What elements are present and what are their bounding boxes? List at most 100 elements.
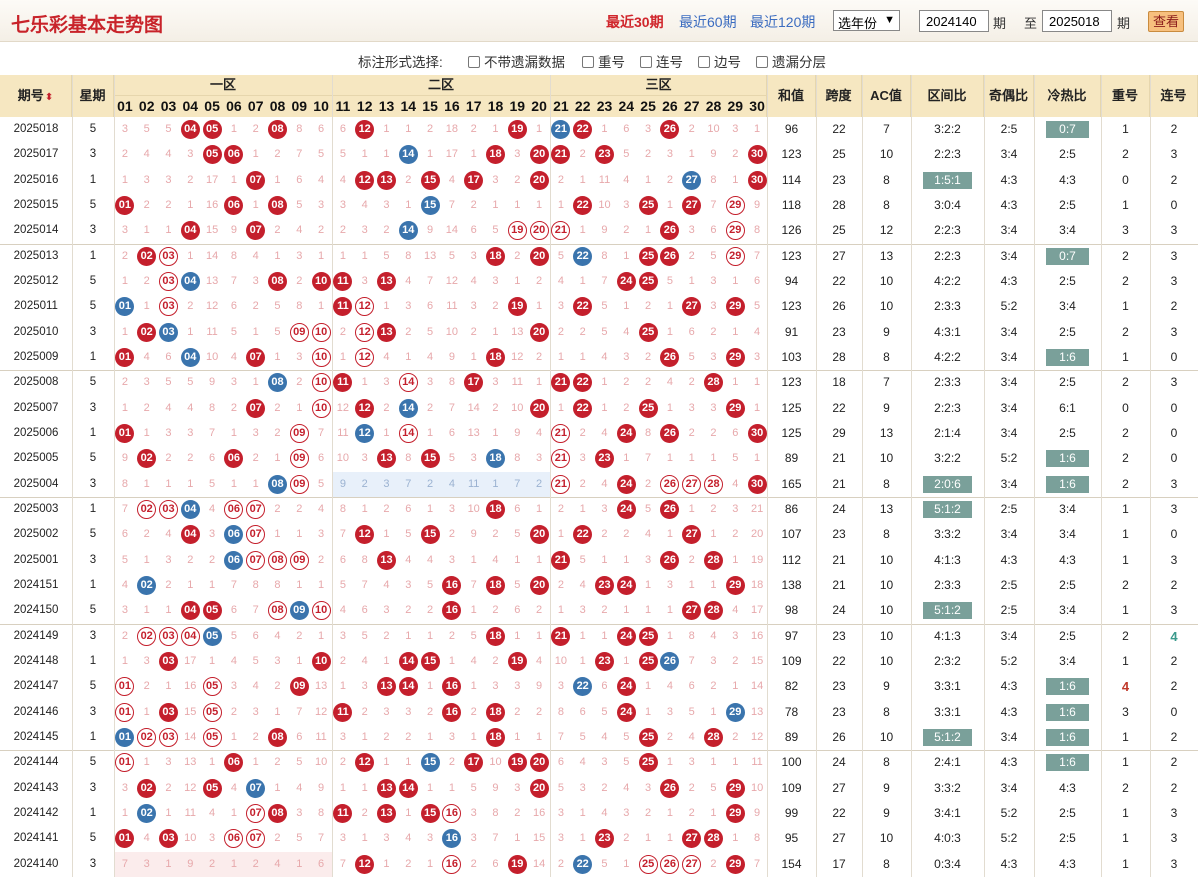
period-link-60[interactable]: 最近60期 — [679, 12, 737, 32]
miss-count: 7 — [448, 401, 455, 414]
miss-count: 13 — [314, 680, 328, 693]
end-issue-input[interactable]: 2025018 — [1042, 10, 1112, 32]
miss-count: 5 — [274, 300, 281, 313]
issue-cell: 2025001 — [13, 553, 59, 566]
red-ball: 24 — [616, 271, 636, 291]
stat-cell: 10 — [879, 147, 894, 162]
option-no-miss[interactable]: 不带遗漏数据 — [468, 51, 565, 71]
header-issue[interactable]: 期号⬍ — [0, 75, 72, 117]
miss-count: 1 — [514, 832, 521, 845]
miss-count: 8 — [121, 477, 128, 490]
red-ball: 27 — [682, 601, 702, 621]
option-repeat[interactable]: 重号 — [582, 51, 625, 71]
number-header: 06 — [226, 98, 242, 114]
checkbox-icon[interactable] — [698, 56, 710, 68]
stat-cell: 10 — [879, 831, 894, 846]
miss-count: 1 — [536, 198, 543, 211]
miss-count: 10 — [314, 756, 328, 769]
miss-count: 3 — [405, 578, 412, 591]
miss-count: 4 — [732, 477, 739, 490]
miss-count: 4 — [623, 781, 630, 794]
checkbox-icon[interactable] — [756, 56, 768, 68]
miss-count: 6 — [688, 325, 695, 338]
number-header: 19 — [509, 98, 526, 114]
miss-count: 10 — [445, 325, 459, 338]
miss-count: 2 — [710, 426, 717, 439]
draw-row: 2025013 1 2 02 03 1 14 8 4 1 3 1 1 1 5 8 13 5 3 18 2 20 5 22 8 1 2… — [0, 244, 1198, 269]
red-ball: 12 — [355, 753, 375, 773]
stat-cell: 28 — [832, 197, 846, 212]
miss-count: 1 — [274, 528, 281, 541]
stat-cell: 1 — [1122, 805, 1129, 820]
start-issue-input[interactable]: 2024140 — [919, 10, 989, 32]
red-ball: 30 — [747, 145, 767, 165]
checkbox-icon[interactable] — [468, 56, 480, 68]
highlight-cell: 1:5:1 — [923, 171, 972, 189]
miss-count: 2 — [688, 553, 695, 566]
miss-count: 2 — [557, 502, 564, 515]
miss-count: 4 — [121, 578, 128, 591]
miss-count: 2 — [230, 705, 237, 718]
stat-cell: 1 — [1122, 299, 1129, 314]
miss-count: 4 — [536, 426, 543, 439]
miss-count: 5 — [579, 553, 586, 566]
miss-count: 5 — [252, 654, 259, 667]
option-edge[interactable]: 边号 — [698, 51, 741, 71]
year-select[interactable]: 选年份 ▼ — [833, 10, 900, 31]
red-ball: 18 — [486, 575, 505, 595]
miss-count: 2 — [448, 528, 455, 541]
red-ball: 20 — [529, 525, 549, 545]
blue-ball: 06 — [224, 525, 244, 545]
stat-cell: 7 — [883, 375, 890, 390]
red-ball: 10 — [311, 271, 331, 291]
sort-icon[interactable]: ⬍ — [45, 92, 53, 103]
stat-cell: 3:4 — [1000, 147, 1018, 162]
miss-count: 11 — [315, 730, 327, 743]
miss-count: 5 — [143, 123, 150, 135]
miss-count: 4 — [710, 629, 717, 642]
period-link-30[interactable]: 最近30期 — [606, 12, 664, 32]
miss-count: 3 — [470, 300, 477, 313]
blue-ball: 01 — [115, 297, 135, 317]
option-consecutive[interactable]: 连号 — [640, 51, 683, 71]
miss-count: 1 — [339, 781, 346, 794]
miss-count: 13 — [750, 705, 764, 718]
number-header: 20 — [531, 98, 547, 114]
blue-ball: 27 — [682, 170, 702, 190]
red-ball: 01 — [115, 423, 135, 443]
red-ball: 07 — [246, 221, 266, 241]
ring-ball: 03 — [159, 297, 178, 317]
checkbox-icon[interactable] — [640, 56, 652, 68]
number-header: 23 — [596, 98, 613, 114]
red-ball: 29 — [725, 398, 745, 418]
miss-count: 1 — [318, 578, 325, 591]
miss-count: 9 — [339, 477, 346, 490]
checkbox-icon[interactable] — [582, 56, 594, 68]
red-ball: 04 — [180, 120, 200, 139]
miss-count: 2 — [165, 198, 172, 211]
miss-count: 5 — [710, 249, 717, 262]
red-ball: 12 — [355, 525, 375, 545]
weekday-cell: 1 — [89, 806, 97, 819]
query-button[interactable]: 查看 — [1148, 11, 1184, 32]
stat-cell: 2 — [1122, 451, 1129, 466]
draw-row: 2025015 5 01 2 2 1 16 06 1 08 5 3 3 4 3 1 15 7 2 1 1 1 1 22 10 3 2… — [0, 193, 1198, 218]
miss-count: 11 — [337, 426, 349, 439]
option-miss-layer[interactable]: 遗漏分层 — [756, 51, 826, 71]
stat-cell: 7 — [883, 122, 890, 136]
stat-cell: 0 — [1170, 400, 1178, 415]
miss-count: 1 — [383, 123, 390, 135]
period-link-120[interactable]: 最近120期 — [750, 12, 815, 32]
miss-count: 2 — [274, 680, 281, 693]
miss-count: 2 — [732, 528, 739, 541]
miss-count: 12 — [750, 730, 764, 743]
year-select-value: 选年份 — [838, 16, 878, 31]
miss-count: 7 — [645, 452, 652, 465]
stat-cell: 2:2:3 — [934, 400, 961, 415]
miss-count: 3 — [383, 376, 390, 389]
ring-ball: 05 — [202, 727, 222, 747]
miss-count: 3 — [514, 680, 521, 693]
number-header: 30 — [749, 98, 765, 114]
miss-count: 1 — [296, 578, 303, 591]
miss-count: 1 — [601, 376, 608, 389]
